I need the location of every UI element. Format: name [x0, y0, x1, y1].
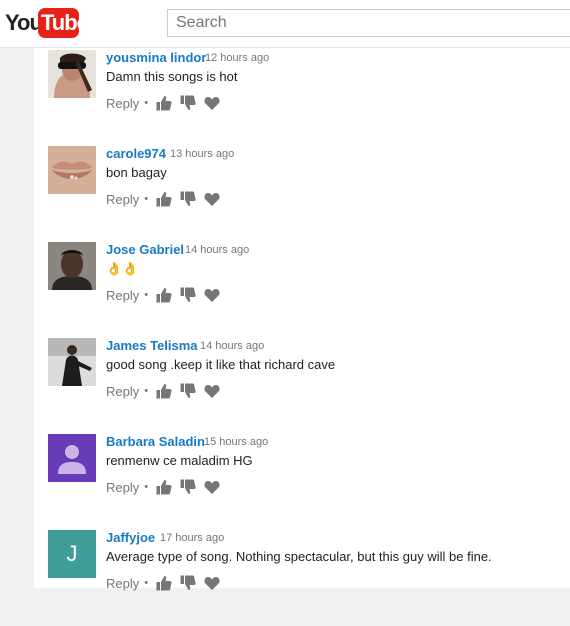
thumbs-down-icon[interactable] [180, 575, 198, 591]
comment-actions: Reply • [106, 94, 228, 112]
masthead: You Tube [0, 0, 570, 48]
comment-actions: Reply • [106, 478, 228, 496]
comment-timestamp[interactable]: 15 hours ago [204, 436, 268, 448]
heart-icon[interactable] [204, 479, 222, 495]
comment-actions: Reply • [106, 382, 228, 400]
avatar[interactable] [48, 146, 96, 194]
comment-item: James Telisma 14 hours ago good song .ke… [48, 338, 568, 434]
comment-timestamp[interactable]: 14 hours ago [200, 340, 264, 352]
separator-dot: • [144, 193, 149, 205]
comment-text: good song .keep it like that richard cav… [106, 357, 336, 372]
thumbs-up-icon[interactable] [156, 479, 174, 495]
heart-icon[interactable] [204, 383, 222, 399]
comment-author-link[interactable]: Barbara Saladin [106, 434, 205, 449]
reply-button[interactable]: Reply [106, 384, 139, 399]
logo-you-text: You [5, 10, 43, 35]
avatar[interactable] [48, 338, 96, 386]
comment-text: Damn this songs is hot [106, 69, 238, 84]
reply-button[interactable]: Reply [106, 288, 139, 303]
reply-button[interactable]: Reply [106, 192, 139, 207]
logo-tube-text: Tube [41, 10, 89, 35]
comment-text: 👌👌 [106, 261, 139, 276]
comment-actions: Reply • [106, 190, 228, 208]
separator-dot: • [144, 481, 149, 493]
comment-author-link[interactable]: Jose Gabriel [106, 242, 184, 257]
separator-dot: • [144, 289, 149, 301]
reply-button[interactable]: Reply [106, 480, 139, 495]
thumbs-up-icon[interactable] [156, 95, 174, 111]
thumbs-down-icon[interactable] [180, 95, 198, 111]
comment-item: J Jaffyjoe 17 hours ago Average type of … [48, 530, 568, 626]
comment-timestamp[interactable]: 12 hours ago [205, 52, 269, 64]
comment-author-link[interactable]: James Telisma [106, 338, 198, 353]
thumbs-down-icon[interactable] [180, 287, 198, 303]
comment-timestamp[interactable]: 13 hours ago [170, 148, 234, 160]
avatar[interactable]: J [48, 530, 96, 578]
comment-author-link[interactable]: yousmina lindor [106, 50, 206, 65]
search-input[interactable] [167, 9, 570, 37]
reply-button[interactable]: Reply [106, 96, 139, 111]
thumbs-down-icon[interactable] [180, 191, 198, 207]
heart-icon[interactable] [204, 95, 222, 111]
comment-text: bon bagay [106, 165, 167, 180]
heart-icon[interactable] [204, 287, 222, 303]
comment-item: Barbara Saladin 15 hours ago renmenw ce … [48, 434, 568, 530]
heart-icon[interactable] [204, 575, 222, 591]
comment-text: renmenw ce maladim HG [106, 453, 253, 468]
thumbs-up-icon[interactable] [156, 287, 174, 303]
avatar[interactable] [48, 242, 96, 290]
comment-actions: Reply • [106, 574, 228, 592]
thumbs-up-icon[interactable] [156, 191, 174, 207]
thumbs-up-icon[interactable] [156, 383, 174, 399]
comment-timestamp[interactable]: 17 hours ago [160, 532, 224, 544]
separator-dot: • [144, 577, 149, 589]
comment-author-link[interactable]: carole974 [106, 146, 166, 161]
comment-item: yousmina lindor 12 hours ago Damn this s… [48, 50, 568, 146]
avatar-letter: J [66, 541, 78, 566]
thumbs-up-icon[interactable] [156, 575, 174, 591]
comment-item: Jose Gabriel 14 hours ago 👌👌 Reply • [48, 242, 568, 338]
thumbs-down-icon[interactable] [180, 383, 198, 399]
comment-text: Average type of song. Nothing spectacula… [106, 549, 492, 564]
comment-actions: Reply • [106, 286, 228, 304]
thumbs-down-icon[interactable] [180, 479, 198, 495]
comment-timestamp[interactable]: 14 hours ago [185, 244, 249, 256]
reply-button[interactable]: Reply [106, 576, 139, 591]
avatar[interactable] [48, 50, 96, 98]
separator-dot: • [144, 97, 149, 109]
separator-dot: • [144, 385, 149, 397]
heart-icon[interactable] [204, 191, 222, 207]
comment-item: carole974 13 hours ago bon bagay Reply • [48, 146, 568, 242]
avatar[interactable] [48, 434, 96, 482]
comment-author-link[interactable]: Jaffyjoe [106, 530, 155, 545]
